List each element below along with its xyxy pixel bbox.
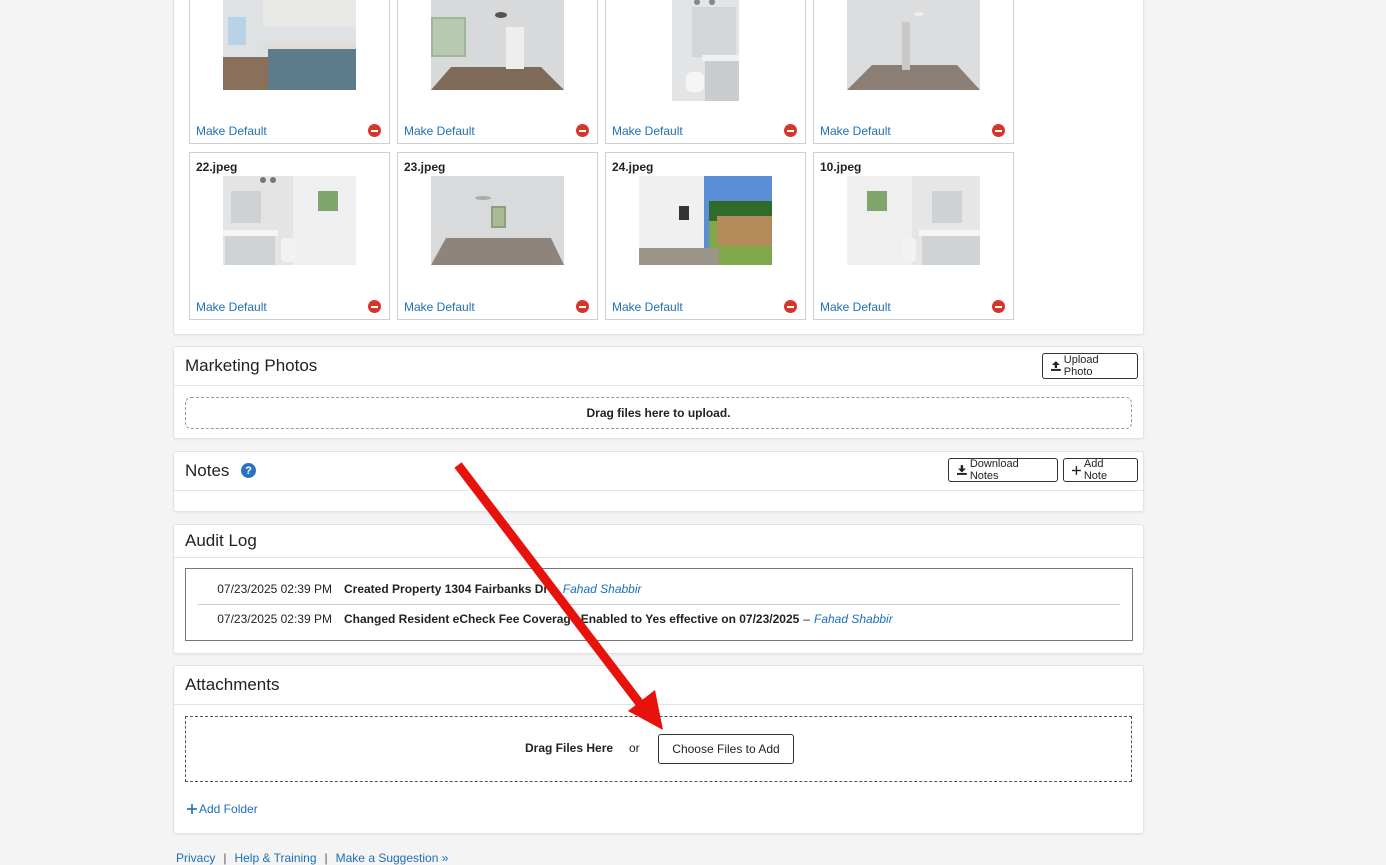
marketing-photos-panel: Marketing Photos Upload Photo Drag files…: [173, 346, 1144, 439]
panel-header: Notes ? Download Notes Add Note: [174, 452, 1143, 491]
log-message: Changed Resident eCheck Fee Coverage Ena…: [344, 612, 800, 626]
log-separator: –: [552, 582, 559, 596]
photo-tile: Make Default: [397, 0, 598, 144]
photo-tile: Make Default: [605, 0, 806, 144]
download-notes-label: Download Notes: [969, 458, 1019, 482]
photo-tile: Make Default: [189, 0, 390, 144]
download-icon: [957, 465, 967, 475]
panel-title: Audit Log: [185, 531, 257, 550]
upload-photo-label: Upload Photo: [1063, 354, 1099, 378]
remove-icon[interactable]: [576, 300, 589, 313]
remove-icon[interactable]: [368, 300, 381, 313]
make-default-link[interactable]: Make Default: [196, 300, 267, 314]
log-date: 07/23/2025 02:39 PM: [217, 612, 332, 626]
footer-links: Privacy | Help & Training | Make a Sugge…: [176, 851, 448, 865]
panel-header: Attachments: [174, 666, 1143, 705]
photo-filename: 10.jpeg: [820, 160, 862, 174]
help-icon[interactable]: ?: [241, 463, 256, 478]
remove-icon[interactable]: [576, 124, 589, 137]
remove-icon[interactable]: [368, 124, 381, 137]
photo-tile: 24.jpeg Make Default: [605, 152, 806, 320]
photo-thumbnail[interactable]: [847, 176, 980, 265]
add-note-label: Add Note: [1083, 458, 1108, 482]
audit-log-panel: Audit Log 07/23/2025 02:39 PM Created Pr…: [173, 524, 1144, 654]
make-default-link[interactable]: Make Default: [612, 300, 683, 314]
photo-filename: 24.jpeg: [612, 160, 654, 174]
photo-filename: 22.jpeg: [196, 160, 238, 174]
photo-tile: 22.jpeg Make Default: [189, 152, 390, 320]
upload-photo-button[interactable]: Upload Photo: [1042, 353, 1138, 379]
photo-tile: Make Default: [813, 0, 1014, 144]
audit-log-entry: 07/23/2025 02:39 PM Created Property 130…: [198, 574, 1120, 605]
panel-title: Attachments: [185, 675, 280, 694]
plus-icon: [187, 804, 197, 814]
choose-files-button[interactable]: Choose Files to Add: [658, 734, 794, 764]
photo-tile: 10.jpeg Make Default: [813, 152, 1014, 320]
panel-title: Marketing Photos: [185, 356, 318, 375]
attachments-dropzone[interactable]: Drag Files Here or Choose Files to Add: [185, 716, 1132, 782]
footer-link-suggestion[interactable]: Make a Suggestion »: [336, 851, 449, 865]
remove-icon[interactable]: [784, 124, 797, 137]
photo-thumbnail[interactable]: [672, 0, 739, 101]
panel-header: Marketing Photos Upload Photo: [174, 347, 1143, 386]
photo-thumbnail[interactable]: [431, 0, 564, 90]
photo-filename: 23.jpeg: [404, 160, 446, 174]
footer-separator: |: [223, 851, 227, 865]
add-note-button[interactable]: Add Note: [1063, 458, 1138, 482]
attachments-panel: Attachments Drag Files Here or Choose Fi…: [173, 665, 1144, 834]
make-default-link[interactable]: Make Default: [820, 124, 891, 138]
choose-files-label: Choose Files to Add: [672, 742, 780, 756]
make-default-link[interactable]: Make Default: [404, 300, 475, 314]
marketing-dropzone[interactable]: Drag files here to upload.: [185, 397, 1132, 429]
photo-tile: 23.jpeg Make Default: [397, 152, 598, 320]
audit-log-list: 07/23/2025 02:39 PM Created Property 130…: [185, 568, 1133, 641]
drag-files-text: Drag Files Here: [525, 741, 614, 755]
photo-thumbnail[interactable]: [431, 176, 564, 265]
make-default-link[interactable]: Make Default: [196, 124, 267, 138]
dropzone-text: Drag files here to upload.: [586, 406, 731, 420]
photo-thumbnail[interactable]: [639, 176, 772, 265]
log-user-link[interactable]: Fahad Shabbir: [563, 582, 642, 596]
upload-icon: [1051, 361, 1061, 371]
make-default-link[interactable]: Make Default: [612, 124, 683, 138]
photos-panel: Make Default Make Default Make Default M…: [173, 0, 1144, 335]
remove-icon[interactable]: [992, 300, 1005, 313]
plus-icon: [1072, 465, 1081, 475]
footer-separator: |: [324, 851, 328, 865]
photo-thumbnail[interactable]: [847, 0, 980, 90]
photo-thumbnail[interactable]: [223, 176, 356, 265]
download-notes-button[interactable]: Download Notes: [948, 458, 1058, 482]
footer-link-help[interactable]: Help & Training: [234, 851, 316, 865]
panel-header: Audit Log: [174, 525, 1143, 558]
or-text: or: [629, 741, 640, 755]
make-default-link[interactable]: Make Default: [820, 300, 891, 314]
remove-icon[interactable]: [992, 124, 1005, 137]
panel-title: Notes: [185, 461, 230, 480]
add-folder-link[interactable]: Add Folder: [187, 802, 258, 816]
log-separator: –: [803, 612, 810, 626]
make-default-link[interactable]: Make Default: [404, 124, 475, 138]
remove-icon[interactable]: [784, 300, 797, 313]
log-date: 07/23/2025 02:39 PM: [217, 582, 332, 596]
log-user-link[interactable]: Fahad Shabbir: [814, 612, 893, 626]
notes-panel: Notes ? Download Notes Add Note: [173, 451, 1144, 512]
add-folder-label: Add Folder: [199, 802, 258, 816]
footer-link-privacy[interactable]: Privacy: [176, 851, 215, 865]
audit-log-entry: 07/23/2025 02:39 PM Changed Resident eCh…: [198, 604, 1120, 634]
log-message: Created Property 1304 Fairbanks Dr: [344, 582, 549, 596]
photo-thumbnail[interactable]: [223, 0, 356, 90]
